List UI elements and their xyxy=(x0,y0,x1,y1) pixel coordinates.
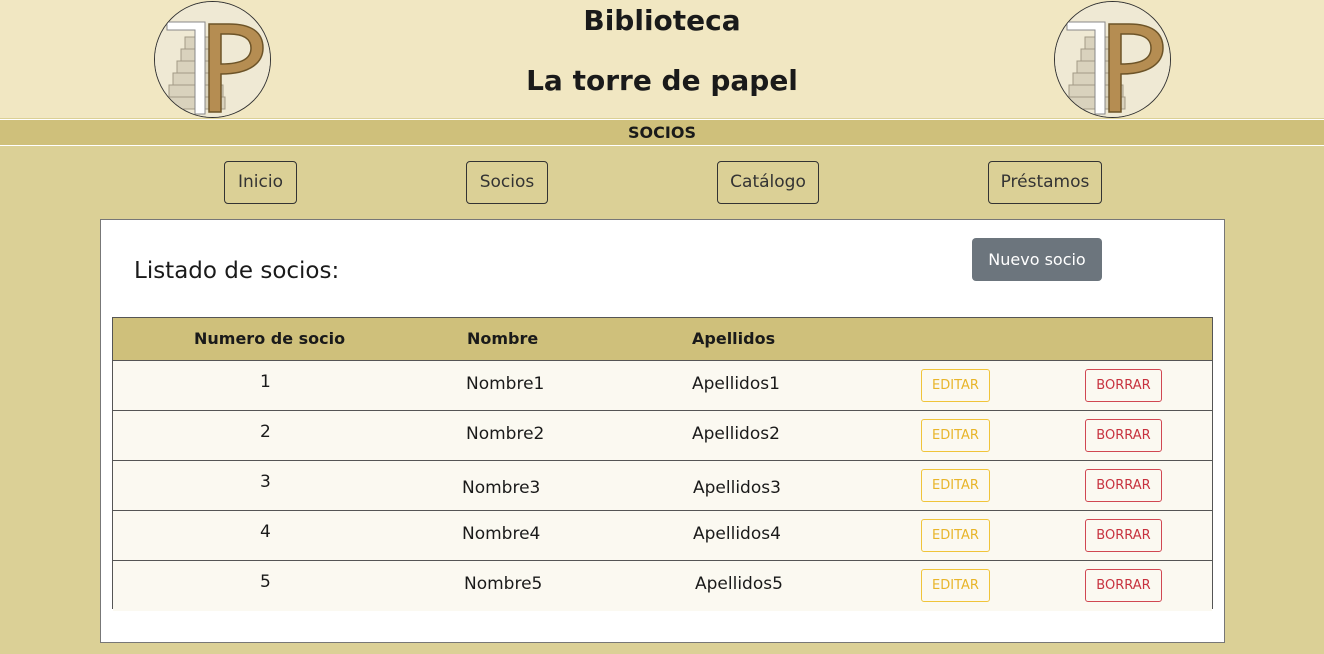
library-logo-right xyxy=(1054,1,1171,118)
library-logo-icon xyxy=(1055,2,1170,117)
nav-socios-button[interactable]: Socios xyxy=(466,161,548,204)
list-title: Listado de socios: xyxy=(134,258,340,284)
edit-button[interactable]: EDITAR xyxy=(921,419,990,452)
edit-button[interactable]: EDITAR xyxy=(921,569,990,602)
members-panel: Listado de socios: Nuevo socio Numero de… xyxy=(100,219,1225,643)
cell-numero: 4 xyxy=(260,522,271,542)
cell-apellidos: Apellidos2 xyxy=(692,424,780,444)
cell-apellidos: Apellidos4 xyxy=(693,524,781,544)
cell-numero: 2 xyxy=(260,422,271,442)
section-title-bar: SOCIOS xyxy=(0,119,1324,146)
cell-apellidos: Apellidos3 xyxy=(693,478,781,498)
table-row: 2 Nombre2 Apellidos2 EDITAR BORRAR xyxy=(113,411,1212,461)
header-apellidos: Apellidos xyxy=(692,329,776,348)
site-header: Biblioteca La torre de papel xyxy=(0,0,1324,118)
table-row: 4 Nombre4 Apellidos4 EDITAR BORRAR xyxy=(113,511,1212,561)
cell-numero: 1 xyxy=(260,372,271,392)
cell-apellidos: Apellidos5 xyxy=(695,574,783,594)
table-row: 3 Nombre3 Apellidos3 EDITAR BORRAR xyxy=(113,461,1212,511)
edit-button[interactable]: EDITAR xyxy=(921,369,990,402)
cell-numero: 5 xyxy=(260,572,271,592)
cell-nombre: Nombre1 xyxy=(466,374,545,394)
nav-catalogo-button[interactable]: Catálogo xyxy=(717,161,819,204)
table-header: Numero de socio Nombre Apellidos xyxy=(113,318,1212,361)
cell-nombre: Nombre4 xyxy=(462,524,541,544)
delete-button[interactable]: BORRAR xyxy=(1085,469,1162,502)
new-member-button[interactable]: Nuevo socio xyxy=(972,238,1102,281)
nav-inicio-button[interactable]: Inicio xyxy=(224,161,297,204)
delete-button[interactable]: BORRAR xyxy=(1085,369,1162,402)
cell-nombre: Nombre2 xyxy=(466,424,545,444)
delete-button[interactable]: BORRAR xyxy=(1085,419,1162,452)
cell-numero: 3 xyxy=(260,472,271,492)
table-row: 5 Nombre5 Apellidos5 EDITAR BORRAR xyxy=(113,561,1212,611)
delete-button[interactable]: BORRAR xyxy=(1085,569,1162,602)
members-table: Numero de socio Nombre Apellidos 1 Nombr… xyxy=(112,317,1213,611)
header-numero: Numero de socio xyxy=(194,329,346,348)
nav-prestamos-button[interactable]: Préstamos xyxy=(988,161,1102,204)
cell-nombre: Nombre5 xyxy=(464,574,543,594)
cell-nombre: Nombre3 xyxy=(462,478,541,498)
delete-button[interactable]: BORRAR xyxy=(1085,519,1162,552)
header-nombre: Nombre xyxy=(467,329,539,348)
table-row: 1 Nombre1 Apellidos1 EDITAR BORRAR xyxy=(113,361,1212,411)
edit-button[interactable]: EDITAR xyxy=(921,519,990,552)
edit-button[interactable]: EDITAR xyxy=(921,469,990,502)
cell-apellidos: Apellidos1 xyxy=(692,374,780,394)
